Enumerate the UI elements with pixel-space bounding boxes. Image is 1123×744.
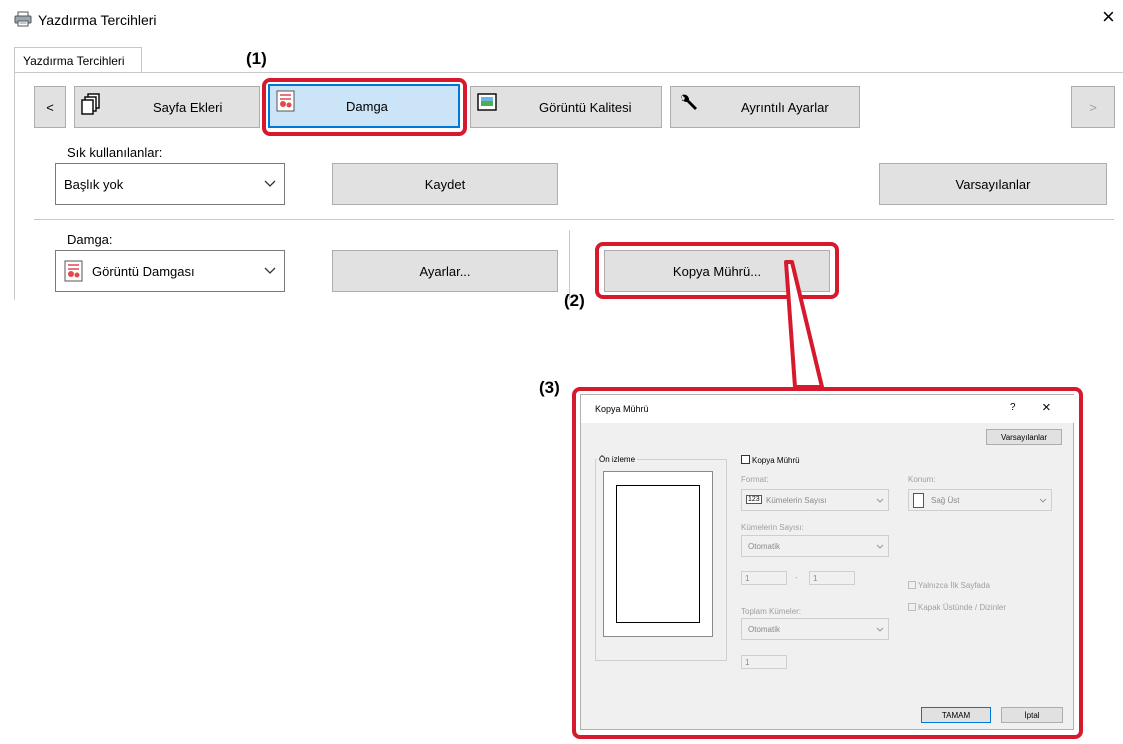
range-from-input[interactable]: 1 [741, 571, 787, 585]
position-dropdown[interactable]: Sağ Üst [908, 489, 1052, 511]
chevron-down-icon [876, 619, 884, 639]
copy-seal-checkbox[interactable] [741, 455, 750, 464]
first-page-only-label: Yalnızca İlk Sayfada [918, 581, 990, 590]
copy-seal-checkbox-label: Kopya Mührü [752, 456, 800, 465]
chevron-down-icon [876, 490, 884, 510]
cover-dividers-checkbox[interactable] [908, 603, 916, 611]
sets-label: Kümelerin Sayısı: [741, 523, 804, 532]
total-sets-label: Toplam Kümeler: [741, 607, 802, 616]
first-page-only-checkbox[interactable] [908, 581, 916, 589]
dialog-title: Kopya Mührü [595, 404, 649, 414]
dialog-titlebar: Kopya Mührü ? × [581, 395, 1075, 423]
chevron-down-icon [1039, 490, 1047, 510]
total-sets-value: Otomatik [748, 624, 781, 634]
total-value: 1 [745, 657, 750, 667]
range-to-value: 1 [813, 573, 818, 583]
preview-label: Ön izleme [597, 455, 638, 464]
total-sets-dropdown[interactable]: Otomatik [741, 618, 889, 640]
cover-dividers-label: Kapak Üstünde / Dizinler [918, 603, 1007, 612]
dialog-defaults-label: Varsayılanlar [1000, 432, 1048, 442]
format-label: Format: [741, 475, 769, 484]
help-icon[interactable]: ? [1010, 402, 1016, 413]
position-value: Sağ Üst [931, 495, 960, 505]
range-from-value: 1 [745, 573, 750, 583]
cancel-label: İptal [1024, 710, 1040, 720]
total-input[interactable]: 1 [741, 655, 787, 669]
preview-inner-page [616, 485, 700, 623]
page-corner-icon [913, 493, 924, 508]
range-separator: - [795, 573, 798, 582]
range-to-input[interactable]: 1 [809, 571, 855, 585]
chevron-down-icon [876, 536, 884, 556]
dialog-defaults-button[interactable]: Varsayılanlar [986, 429, 1062, 445]
sets-dropdown[interactable]: Otomatik [741, 535, 889, 557]
ok-label: TAMAM [941, 710, 971, 720]
ok-button[interactable]: TAMAM [921, 707, 991, 723]
preview-page [603, 471, 713, 637]
format-dropdown[interactable]: 123 Kümelerin Sayısı [741, 489, 889, 511]
sets-count-badge-icon: 123 [746, 495, 762, 504]
position-label: Konum: [908, 475, 936, 484]
dialog-close-icon[interactable]: × [1042, 399, 1051, 416]
copy-seal-dialog: Kopya Mührü ? × Varsayılanlar Ön izleme … [580, 394, 1075, 730]
sets-value: Otomatik [748, 541, 781, 551]
format-value: Kümelerin Sayısı [766, 495, 827, 505]
cancel-button[interactable]: İptal [1001, 707, 1063, 723]
